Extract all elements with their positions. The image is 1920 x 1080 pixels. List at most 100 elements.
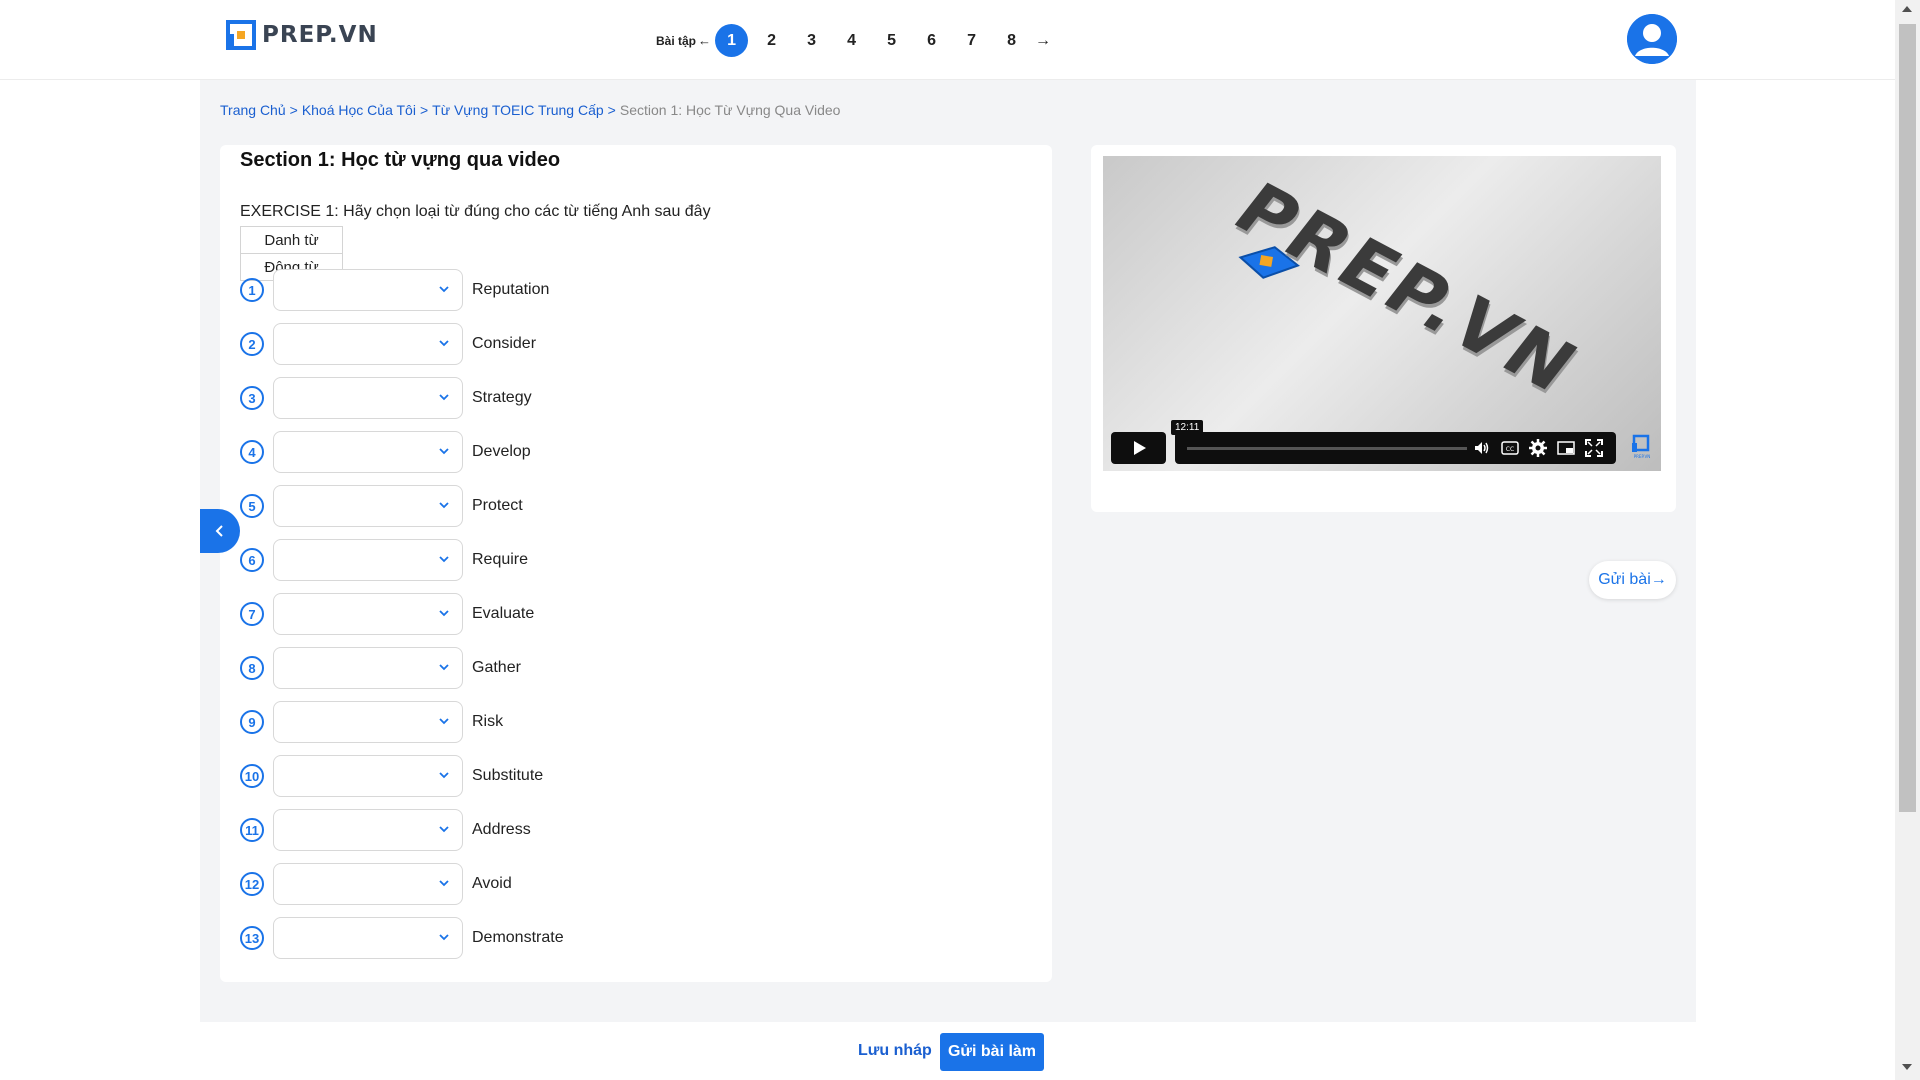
question-word: Consider — [472, 335, 537, 352]
exercise-nav-next-arrow[interactable]: → — [1035, 32, 1051, 50]
word-type-select[interactable] — [273, 431, 463, 473]
chevron-down-icon — [439, 610, 449, 617]
chevron-down-icon — [439, 448, 449, 455]
question-word: Risk — [472, 713, 504, 730]
word-type-select[interactable] — [273, 323, 463, 365]
word-type-select[interactable] — [273, 755, 463, 797]
chevron-down-icon — [439, 826, 449, 833]
chevron-down-icon — [439, 934, 449, 941]
captions-icon[interactable]: CC — [1501, 439, 1519, 457]
word-type-noun: Danh từ — [240, 226, 343, 254]
exercise-nav-item-1[interactable]: 1 — [715, 24, 749, 57]
chevron-down-icon — [439, 556, 449, 563]
question-word: Address — [472, 821, 531, 838]
question-number: 12 — [240, 872, 264, 896]
chevron-down-icon — [439, 772, 449, 779]
svg-text:CC: CC — [1506, 446, 1514, 453]
breadcrumb-course[interactable]: Từ Vựng TOEIC Trung Cấp — [432, 102, 604, 118]
footer-bar: Lưu nháp Gửi bài làm — [0, 1022, 1895, 1080]
word-type-select[interactable] — [273, 593, 463, 635]
fullscreen-icon[interactable] — [1585, 439, 1603, 457]
breadcrumb-separator: > — [607, 102, 616, 118]
question-row: 8 Gather — [240, 646, 521, 690]
section-title: Section 1: Học từ vựng qua video — [240, 149, 561, 171]
page-scrollbar[interactable] — [1895, 0, 1920, 1080]
question-word: Evaluate — [472, 605, 535, 622]
question-number: 3 — [240, 386, 264, 410]
question-number: 13 — [240, 926, 264, 950]
video-player[interactable]: PREP.VN 12:11 CC PREP.VN — [1103, 156, 1661, 471]
exercise-nav-item-4[interactable]: 4 — [835, 24, 868, 57]
question-number: 2 — [240, 332, 264, 356]
user-avatar[interactable] — [1627, 14, 1677, 64]
question-number: 1 — [240, 278, 264, 302]
exercise-nav-item-5[interactable]: 5 — [875, 24, 908, 57]
question-word: Demonstrate — [472, 929, 564, 946]
question-number: 8 — [240, 656, 264, 680]
question-number: 6 — [240, 548, 264, 572]
submit-answers-button[interactable]: Gửi bài làm — [940, 1033, 1044, 1071]
question-word: Reputation — [472, 281, 550, 298]
video-progress-bar[interactable] — [1187, 447, 1467, 450]
chevron-down-icon — [439, 394, 449, 401]
word-type-select[interactable] — [273, 539, 463, 581]
user-avatar-icon — [1627, 14, 1677, 64]
exercise-nav-item-7[interactable]: 7 — [955, 24, 988, 57]
volume-icon[interactable] — [1473, 439, 1491, 457]
scroll-up-arrow-icon[interactable] — [1902, 6, 1912, 12]
word-type-select[interactable] — [273, 647, 463, 689]
word-type-select[interactable] — [273, 485, 463, 527]
word-type-select[interactable] — [273, 269, 463, 311]
exercise-nav: Bài tập ← 1 2 3 4 5 6 7 8 → — [656, 24, 1051, 57]
question-word: Gather — [472, 659, 521, 676]
question-row: 6 Require — [240, 538, 528, 582]
video-corner-logo-text: PREP.VN — [1634, 454, 1651, 459]
word-type-select[interactable] — [273, 701, 463, 743]
question-row: 7 Evaluate — [240, 592, 534, 636]
word-type-select[interactable] — [273, 377, 463, 419]
question-word: Strategy — [472, 389, 532, 406]
chevron-left-icon — [215, 525, 223, 537]
save-draft-button[interactable]: Lưu nháp — [858, 1042, 932, 1060]
question-row: 10 Substitute — [240, 754, 543, 798]
top-header: PREP.VN Bài tập ← 1 2 3 4 5 6 7 8 → — [0, 0, 1895, 80]
video-card: PREP.VN 12:11 CC PREP.VN — [1091, 145, 1676, 512]
question-row: 4 Develop — [240, 430, 531, 474]
exercise-nav-item-6[interactable]: 6 — [915, 24, 948, 57]
video-corner-logo-icon: PREP.VN — [1632, 434, 1651, 459]
chevron-down-icon — [439, 502, 449, 509]
chevron-down-icon — [439, 880, 449, 887]
exercise-nav-item-8[interactable]: 8 — [995, 24, 1028, 57]
question-row: 13 Demonstrate — [240, 916, 564, 960]
question-word: Protect — [472, 497, 523, 514]
chevron-down-icon — [439, 664, 449, 671]
question-row: 9 Risk — [240, 700, 503, 744]
exercise-title: EXERCISE 1: Hãy chọn loại từ đúng cho cá… — [240, 203, 711, 220]
exercise-nav-back-arrow[interactable]: ← — [698, 33, 711, 48]
prep-logo[interactable]: PREP.VN — [226, 20, 378, 50]
question-number: 7 — [240, 602, 264, 626]
chevron-down-icon — [439, 286, 449, 293]
breadcrumb-my-courses[interactable]: Khoá Học Của Tôi — [302, 102, 416, 118]
question-word: Develop — [472, 443, 531, 460]
scroll-down-arrow-icon[interactable] — [1902, 1064, 1912, 1070]
chevron-down-icon — [439, 718, 449, 725]
video-play-button[interactable] — [1111, 432, 1166, 464]
question-number: 5 — [240, 494, 264, 518]
picture-in-picture-icon[interactable] — [1557, 439, 1575, 457]
video-control-bar: CC — [1175, 432, 1616, 464]
word-type-select[interactable] — [273, 863, 463, 905]
word-type-select[interactable] — [273, 809, 463, 851]
breadcrumb-separator: > — [419, 102, 429, 118]
question-row: 2 Consider — [240, 322, 536, 366]
question-number: 10 — [240, 764, 264, 788]
exercise-nav-item-2[interactable]: 2 — [755, 24, 788, 57]
breadcrumb-home[interactable]: Trang Chủ — [220, 102, 286, 118]
chevron-down-icon — [439, 340, 449, 347]
settings-gear-icon[interactable] — [1529, 439, 1547, 457]
submit-side-button[interactable]: Gửi bài→ — [1589, 561, 1676, 599]
scroll-thumb[interactable] — [1899, 24, 1916, 812]
word-type-select[interactable] — [273, 917, 463, 959]
question-word: Require — [472, 551, 529, 568]
exercise-nav-item-3[interactable]: 3 — [795, 24, 828, 57]
